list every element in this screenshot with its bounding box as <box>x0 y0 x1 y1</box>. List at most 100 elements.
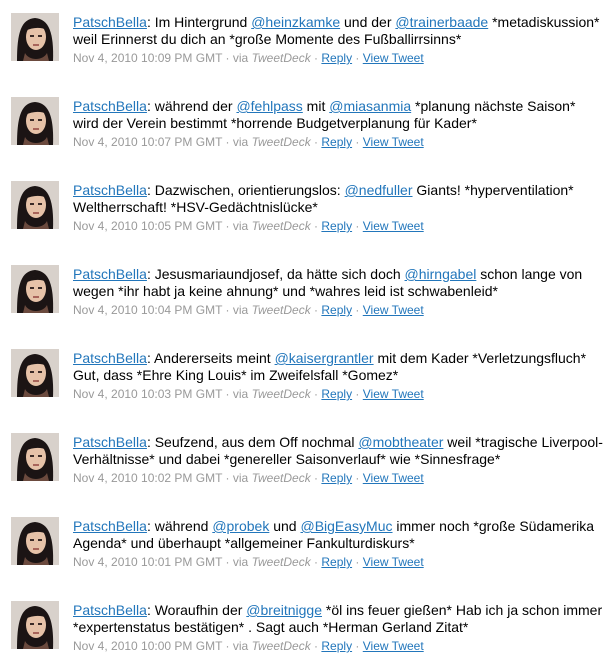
separator-dot: · <box>225 639 230 653</box>
author-link[interactable]: PatschBella <box>73 518 147 534</box>
mention-link[interactable]: @trainerbaade <box>395 14 488 30</box>
mention-link[interactable]: @mobtheater <box>358 434 443 450</box>
view-tweet-link[interactable]: View Tweet <box>363 135 424 149</box>
view-tweet-link[interactable]: View Tweet <box>363 303 424 317</box>
avatar[interactable] <box>11 97 59 145</box>
tweet-item: PatschBella: während @probek und @BigEas… <box>0 504 607 588</box>
mention-link[interactable]: @heinzkamke <box>251 14 340 30</box>
tweet-content: PatschBella: Seufzend, aus dem Off nochm… <box>73 434 603 486</box>
mention-link[interactable]: @hirngabel <box>405 266 477 282</box>
author-link[interactable]: PatschBella <box>73 182 147 198</box>
timestamp: Nov 4, 2010 10:05 PM GMT <box>73 219 223 233</box>
tweet-text: PatschBella: Andererseits meint @kaiserg… <box>73 350 603 384</box>
separator-dot: · <box>355 303 360 317</box>
mention-link[interactable]: @fehlpass <box>236 98 302 114</box>
reply-link[interactable]: Reply <box>321 471 352 485</box>
separator-dot: · <box>225 555 230 569</box>
via-label: via <box>232 135 249 149</box>
timestamp: Nov 4, 2010 10:01 PM GMT <box>73 555 223 569</box>
avatar[interactable] <box>11 349 59 397</box>
author-link[interactable]: PatschBella <box>73 350 147 366</box>
author-link[interactable]: PatschBella <box>73 266 147 282</box>
reply-link[interactable]: Reply <box>321 219 352 233</box>
view-tweet-link[interactable]: View Tweet <box>363 555 424 569</box>
text-segment: : Seufzend, aus dem Off nochmal <box>146 434 359 450</box>
separator-dot: · <box>355 387 360 401</box>
view-tweet-link[interactable]: View Tweet <box>363 471 424 485</box>
separator-dot: · <box>355 219 360 233</box>
view-tweet-link[interactable]: View Tweet <box>363 387 424 401</box>
avatar[interactable] <box>11 517 59 565</box>
reply-link[interactable]: Reply <box>321 135 352 149</box>
reply-link[interactable]: Reply <box>321 303 352 317</box>
separator-dot: · <box>314 555 319 569</box>
via-label: via <box>232 387 249 401</box>
timestamp: Nov 4, 2010 10:03 PM GMT <box>73 387 223 401</box>
view-tweet-link[interactable]: View Tweet <box>363 639 424 653</box>
timestamp: Nov 4, 2010 10:07 PM GMT <box>73 135 223 149</box>
mention-link[interactable]: @kaisergrantler <box>275 350 374 366</box>
mention-link[interactable]: @nedfuller <box>345 182 413 198</box>
tweet-item: PatschBella: Jesusmariaundjosef, da hätt… <box>0 252 607 336</box>
tweet-item: PatschBella: Andererseits meint @kaiserg… <box>0 336 607 420</box>
tweet-text: PatschBella: Im Hintergrund @heinzkamke … <box>73 14 603 48</box>
tweet-content: PatschBella: Andererseits meint @kaiserg… <box>73 350 603 402</box>
separator-dot: · <box>314 219 319 233</box>
tweet-meta: Nov 4, 2010 10:04 PM GMT · via TweetDeck… <box>73 303 603 318</box>
tweet-text: PatschBella: während der @fehlpass mit @… <box>73 98 603 132</box>
reply-link[interactable]: Reply <box>321 51 352 65</box>
mention-link[interactable]: @BigEasyMuc <box>300 518 392 534</box>
author-link[interactable]: PatschBella <box>73 14 147 30</box>
mention-link[interactable]: @probek <box>212 518 269 534</box>
tweet-item: PatschBella: Dazwischen, orientierungslo… <box>0 168 607 252</box>
separator-dot: · <box>225 471 230 485</box>
tweet-text: PatschBella: Jesusmariaundjosef, da hätt… <box>73 266 603 300</box>
source-name: TweetDeck <box>251 219 311 233</box>
tweet-meta: Nov 4, 2010 10:02 PM GMT · via TweetDeck… <box>73 471 603 486</box>
text-segment: und der <box>340 14 396 30</box>
avatar[interactable] <box>11 13 59 61</box>
timestamp: Nov 4, 2010 10:09 PM GMT <box>73 51 223 65</box>
tweet-content: PatschBella: Dazwischen, orientierungslo… <box>73 182 603 234</box>
separator-dot: · <box>355 135 360 149</box>
avatar[interactable] <box>11 433 59 481</box>
avatar[interactable] <box>11 601 59 649</box>
author-link[interactable]: PatschBella <box>73 602 147 618</box>
separator-dot: · <box>355 639 360 653</box>
source-name: TweetDeck <box>251 303 311 317</box>
tweet-content: PatschBella: während der @fehlpass mit @… <box>73 98 603 150</box>
source-name: TweetDeck <box>251 471 311 485</box>
source-name: TweetDeck <box>251 51 311 65</box>
author-link[interactable]: PatschBella <box>73 98 147 114</box>
tweet-content: PatschBella: Woraufhin der @breitnigge *… <box>73 602 603 654</box>
source-name: TweetDeck <box>251 555 311 569</box>
reply-link[interactable]: Reply <box>321 555 352 569</box>
mention-link[interactable]: @breitnigge <box>246 602 322 618</box>
tweet-text: PatschBella: Woraufhin der @breitnigge *… <box>73 602 603 636</box>
text-segment: und <box>269 518 301 534</box>
via-label: via <box>232 51 249 65</box>
view-tweet-link[interactable]: View Tweet <box>363 219 424 233</box>
separator-dot: · <box>314 387 319 401</box>
tweet-meta: Nov 4, 2010 10:01 PM GMT · via TweetDeck… <box>73 555 603 570</box>
tweet-meta: Nov 4, 2010 10:00 PM GMT · via TweetDeck… <box>73 639 603 654</box>
avatar[interactable] <box>11 265 59 313</box>
via-label: via <box>232 219 249 233</box>
tweet-meta: Nov 4, 2010 10:03 PM GMT · via TweetDeck… <box>73 387 603 402</box>
avatar[interactable] <box>11 181 59 229</box>
view-tweet-link[interactable]: View Tweet <box>363 51 424 65</box>
tweet-timeline: PatschBella: Im Hintergrund @heinzkamke … <box>0 0 607 668</box>
author-link[interactable]: PatschBella <box>73 434 147 450</box>
mention-link[interactable]: @miasanmia <box>329 98 411 114</box>
text-segment: mit <box>302 98 330 114</box>
tweet-meta: Nov 4, 2010 10:05 PM GMT · via TweetDeck… <box>73 219 603 234</box>
separator-dot: · <box>314 639 319 653</box>
tweet-item: PatschBella: Woraufhin der @breitnigge *… <box>0 588 607 672</box>
tweet-meta: Nov 4, 2010 10:09 PM GMT · via TweetDeck… <box>73 51 603 66</box>
separator-dot: · <box>225 303 230 317</box>
text-segment: : Jesusmariaundjosef, da hätte sich doch <box>146 266 405 282</box>
separator-dot: · <box>355 555 360 569</box>
separator-dot: · <box>355 51 360 65</box>
reply-link[interactable]: Reply <box>321 639 352 653</box>
reply-link[interactable]: Reply <box>321 387 352 401</box>
